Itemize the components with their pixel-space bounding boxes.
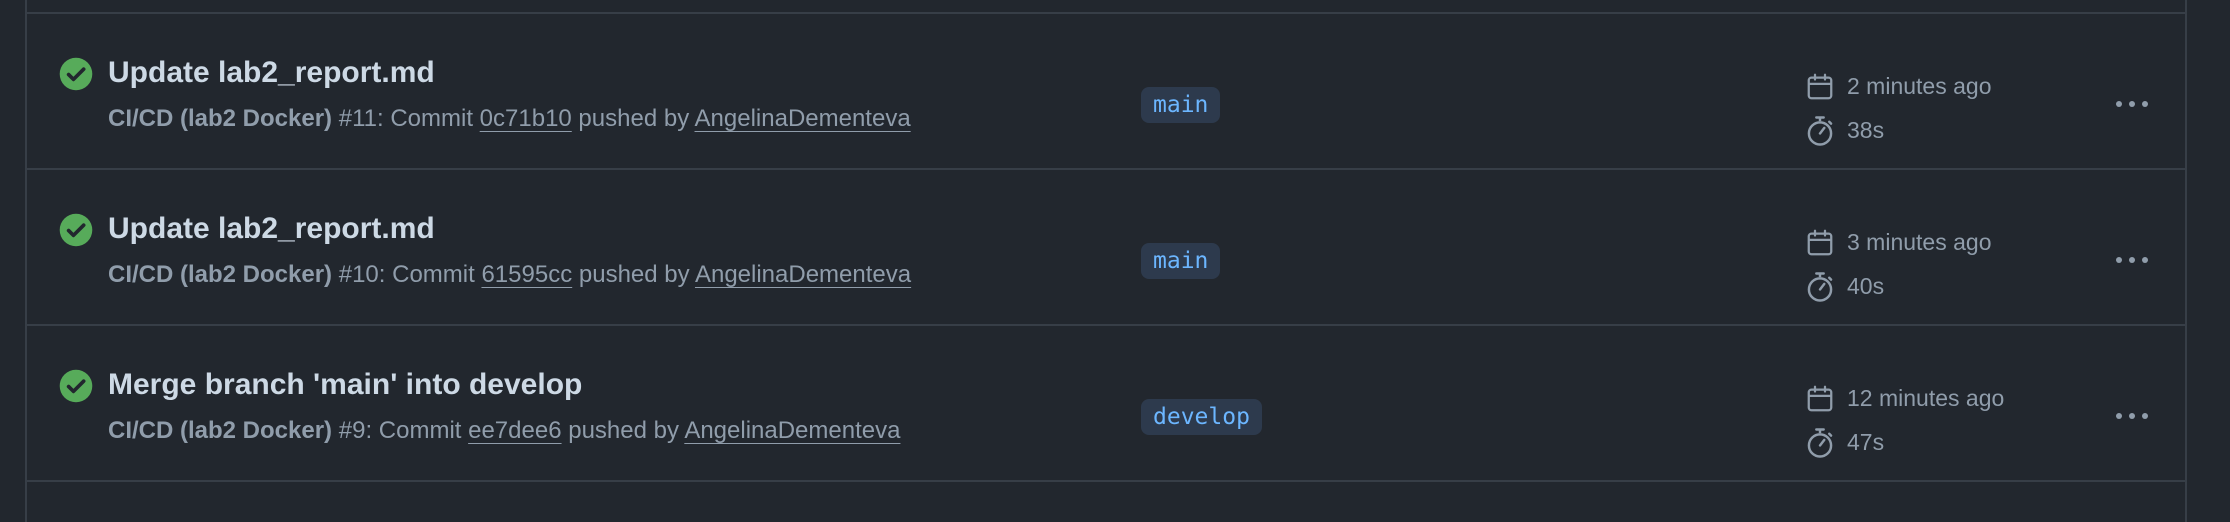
kebab-horizontal-icon <box>2116 413 2148 419</box>
commit-prefix: : Commit <box>377 105 480 132</box>
commit-prefix: : Commit <box>378 261 482 288</box>
stopwatch-icon <box>1807 272 1833 302</box>
run-menu-button[interactable] <box>2109 396 2155 436</box>
stopwatch-icon <box>1807 428 1833 458</box>
run-time-ago: 12 minutes ago <box>1847 385 2005 411</box>
check-circle-fill-icon <box>59 213 93 247</box>
calendar-icon <box>1807 229 1833 256</box>
run-title-link[interactable]: Update lab2_report.md <box>108 56 435 90</box>
branch-label[interactable]: main <box>1141 243 1221 279</box>
run-menu-button[interactable] <box>2109 84 2155 124</box>
commit-sha-link[interactable]: 61595cc <box>481 261 572 288</box>
run-menu-button[interactable] <box>2109 240 2155 280</box>
kebab-horizontal-icon <box>2116 101 2148 107</box>
commit-sha-link[interactable]: ee7dee6 <box>468 417 561 444</box>
workflow-run-row[interactable]: Merge branch 'main' into develop CI/CD (… <box>27 326 2185 480</box>
pushed-by-text: pushed by <box>572 261 695 288</box>
stopwatch-icon <box>1807 116 1833 146</box>
commit-prefix: : Commit <box>365 417 469 444</box>
commit-sha-link[interactable]: 0c71b10 <box>480 105 572 132</box>
workflow-name: CI/CD (lab2 Docker) <box>108 261 333 288</box>
run-meta: CI/CD (lab2 Docker) #10: Commit 61595cc … <box>108 261 911 289</box>
pushed-by-text: pushed by <box>571 105 695 132</box>
run-title-link[interactable]: Update lab2_report.md <box>108 212 435 246</box>
workflow-run-row[interactable]: Update lab2_report.md CI/CD (lab2 Docker… <box>27 170 2185 324</box>
workflow-runs-list: Update lab2_report.md CI/CD (lab2 Docker… <box>25 0 2187 522</box>
actor-link[interactable]: AngelinaDementeva <box>684 417 900 444</box>
pushed-by-text: pushed by <box>561 417 685 444</box>
run-duration: 47s <box>1847 429 1885 455</box>
run-meta: CI/CD (lab2 Docker) #11: Commit 0c71b10 … <box>108 105 911 133</box>
branch-label[interactable]: develop <box>1141 399 1262 435</box>
run-time-ago: 2 minutes ago <box>1847 73 1992 99</box>
actor-link[interactable]: AngelinaDementeva <box>695 105 911 132</box>
run-duration: 40s <box>1847 273 1885 299</box>
branch-label[interactable]: main <box>1141 87 1221 123</box>
check-circle-fill-icon <box>59 57 93 91</box>
calendar-icon <box>1807 385 1833 412</box>
calendar-icon <box>1807 73 1833 100</box>
check-circle-fill-icon <box>59 369 93 403</box>
run-time-ago: 3 minutes ago <box>1847 229 1992 255</box>
run-number: #10 <box>338 261 379 288</box>
run-number: #9 <box>338 417 366 444</box>
run-title-link[interactable]: Merge branch 'main' into develop <box>108 368 582 402</box>
run-duration: 38s <box>1847 117 1885 143</box>
run-number: #11 <box>338 105 377 132</box>
kebab-horizontal-icon <box>2116 257 2148 263</box>
workflow-name: CI/CD (lab2 Docker) <box>108 105 333 132</box>
run-meta: CI/CD (lab2 Docker) #9: Commit ee7dee6 p… <box>108 417 900 445</box>
actor-link[interactable]: AngelinaDementeva <box>695 261 911 288</box>
workflow-name: CI/CD (lab2 Docker) <box>108 417 333 444</box>
workflow-run-row[interactable]: Update lab2_report.md CI/CD (lab2 Docker… <box>27 14 2185 168</box>
row-divider <box>27 480 2185 482</box>
